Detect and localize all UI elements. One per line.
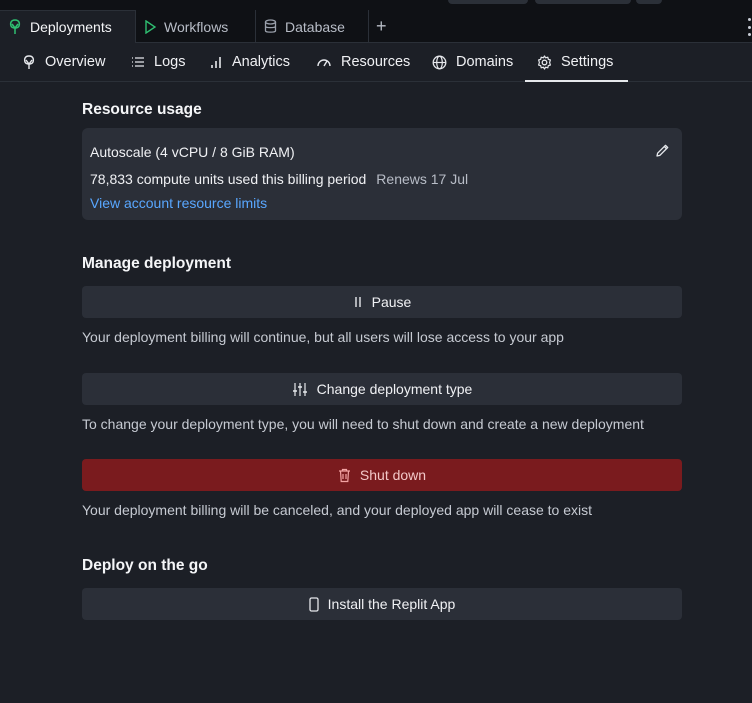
gauge-icon — [316, 56, 332, 68]
tab-bar: Deployments Workflows Database + — [0, 0, 752, 43]
tab-database[interactable]: Database — [256, 10, 369, 43]
subnav-label: Analytics — [232, 54, 291, 70]
tab-label: Workflows — [164, 18, 229, 35]
subnav-label: Resources — [341, 54, 411, 70]
deployment-subnav: Overview Logs Analytics Resources Domain… — [0, 43, 752, 82]
tab-deployments[interactable]: Deployments — [0, 10, 136, 43]
toolbar-strip — [448, 0, 528, 4]
database-icon — [264, 19, 277, 34]
usage-line: 78,833 compute units used this billing p… — [90, 171, 468, 187]
pause-button[interactable]: Pause — [82, 286, 682, 318]
globe-icon — [432, 55, 447, 70]
usage-text: 78,833 compute units used this billing p… — [90, 171, 367, 187]
shut-down-button[interactable]: Shut down — [82, 459, 682, 491]
change-deployment-description: To change your deployment type, you will… — [82, 416, 644, 432]
shut-down-description: Your deployment billing will be canceled… — [82, 502, 593, 518]
toolbar-strip — [535, 0, 631, 4]
phone-icon — [309, 596, 319, 612]
gear-icon — [537, 54, 552, 70]
renew-date: Renews 17 Jul — [376, 171, 469, 187]
subnav-resources[interactable]: Resources — [316, 43, 410, 81]
tab-label: Deployments — [30, 19, 112, 35]
change-deployment-type-button[interactable]: Change deployment type — [82, 373, 682, 405]
manage-deployment-heading: Manage deployment — [82, 255, 231, 272]
resource-usage-heading: Resource usage — [82, 101, 202, 118]
deployments-icon — [8, 19, 22, 35]
change-deployment-type-label: Change deployment type — [316, 381, 473, 397]
resource-usage-card: Autoscale (4 vCPU / 8 GiB RAM) 78,833 co… — [82, 128, 682, 220]
play-icon — [144, 19, 156, 34]
analytics-icon — [210, 56, 223, 69]
deploy-on-the-go-heading: Deploy on the go — [82, 557, 208, 574]
subnav-label: Domains — [456, 54, 514, 70]
sliders-icon — [292, 382, 308, 397]
shut-down-label: Shut down — [359, 467, 427, 483]
tab-label: Database — [285, 18, 345, 35]
toolbar-strip — [636, 0, 662, 4]
subnav-label: Settings — [561, 54, 614, 70]
install-replit-app-label: Install the Replit App — [327, 596, 456, 612]
view-limits-link[interactable]: View account resource limits — [90, 195, 267, 211]
add-tab-button[interactable]: + — [376, 17, 387, 35]
subnav-overview[interactable]: Overview — [22, 43, 105, 81]
subnav-analytics[interactable]: Analytics — [210, 43, 290, 81]
pause-label: Pause — [371, 294, 412, 310]
pencil-icon[interactable] — [655, 143, 670, 158]
install-replit-app-button[interactable]: Install the Replit App — [82, 588, 682, 620]
pause-icon — [353, 296, 363, 308]
subnav-logs[interactable]: Logs — [131, 43, 185, 81]
more-options-icon[interactable] — [746, 18, 752, 36]
overview-icon — [22, 54, 36, 70]
subnav-label: Logs — [154, 54, 186, 70]
subnav-domains[interactable]: Domains — [432, 43, 513, 81]
plan-text: Autoscale (4 vCPU / 8 GiB RAM) — [90, 144, 295, 160]
pause-description: Your deployment billing will continue, b… — [82, 329, 564, 345]
trash-icon — [338, 468, 351, 483]
tab-workflows[interactable]: Workflows — [136, 10, 256, 43]
logs-icon — [131, 56, 145, 68]
subnav-label: Overview — [45, 54, 106, 70]
subnav-settings[interactable]: Settings — [524, 43, 629, 82]
